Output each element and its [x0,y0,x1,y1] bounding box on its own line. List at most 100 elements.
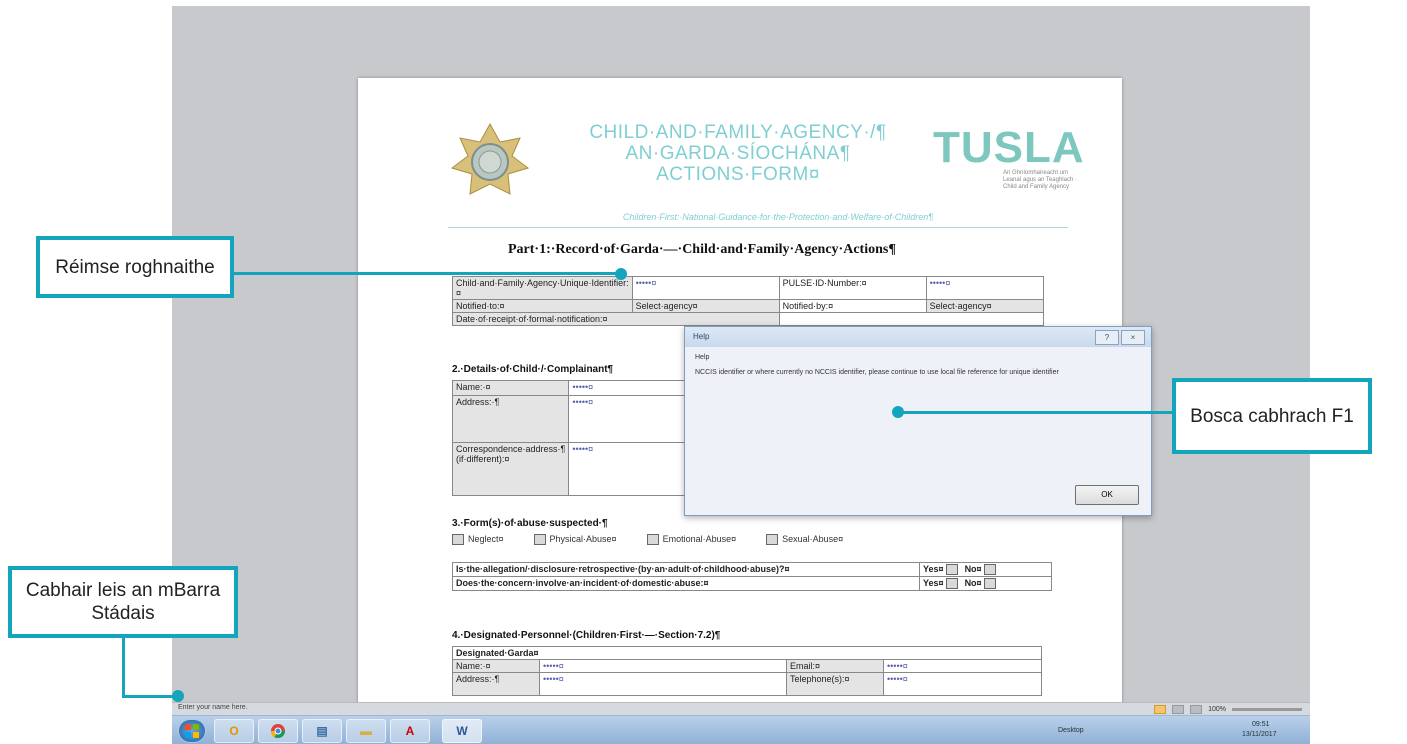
callout-help-box-text: Bosca cabhrach F1 [1190,405,1354,427]
title-line-2: AN·GARDA·SÍOCHÁNA¶ [625,143,851,164]
abuse-type-options: Neglect¤ Physical·Abuse¤ Emotional·Abuse… [452,534,844,546]
agency-details-table: Child·and·Family·Agency·Unique·Identifie… [452,276,1045,326]
emotional-abuse-option[interactable]: Emotional·Abuse¤ [646,534,737,546]
clock-time[interactable]: 09:51 [1252,721,1270,728]
help-dialog: Help ? × Help NCCIS identifier or where … [684,326,1152,516]
callout-selected-field-dot [615,268,627,280]
help-dialog-titlebar: Help ? × [685,327,1151,347]
date-field[interactable] [778,312,1045,326]
notified-to-label: Notified·to:¤ [452,299,633,313]
designated-personnel-table: Designated·Garda¤ Name:·¤ •••••¤ Email:¤… [452,646,1042,696]
abuse-questions-table: Is·the·allegation/·disclosure·retrospect… [452,561,1052,592]
help-dialog-body: Help NCCIS identifier or where currently… [685,347,1151,383]
word-window: CHILD·AND·FAMILY·AGENCY·/¶ AN·GARDA·SÍOC… [172,6,1310,744]
date-label: Date·of·receipt·of·formal·notification:¤ [452,312,780,326]
retrospective-yes-checkbox[interactable] [946,564,959,576]
dp-telephone-field[interactable]: •••••¤ [883,672,1042,696]
pulse-label: PULSE·ID·Number:¤ [778,276,927,300]
physical-abuse-option[interactable]: Physical·Abuse¤ [533,534,617,546]
sexual-abuse-option[interactable]: Sexual·Abuse¤ [766,534,844,546]
dp-email-label: Email:¤ [786,659,884,673]
windows-logo-icon [185,724,199,738]
domestic-abuse-question: Does·the·concern·involve·an·incident·of·… [452,576,920,592]
zoom-slider[interactable] [1232,708,1302,711]
zoom-level[interactable]: 100% [1208,706,1226,713]
callout-status-bar-line-horizontal [122,695,178,698]
section-4-heading: 4.·Designated·Personnel·(Children·First·… [452,630,721,641]
pulse-field[interactable]: •••••¤ [925,276,1045,300]
part-title: Part·1:·Record·of·Garda·—·Child·and·Fami… [508,242,896,257]
domestic-no-checkbox[interactable] [984,578,997,590]
web-layout-view-icon[interactable] [1190,705,1203,714]
neglect-checkbox[interactable] [452,534,464,546]
name-label: Name:·¤ [451,380,570,396]
emotional-abuse-checkbox[interactable] [646,534,659,546]
dp-email-field[interactable]: •••••¤ [883,659,1042,673]
address-label: Address:·¶ [451,395,570,443]
acrobat-icon: A [405,724,415,738]
retrospective-no-checkbox[interactable] [984,564,997,576]
close-icon[interactable]: × [1121,330,1145,345]
notified-by-label: Notified·by:¤ [778,299,927,313]
retrospective-no-label: No¤ [964,564,982,574]
dp-address-label: Address:·¶ [452,672,540,696]
callout-help-box: Bosca cabhrach F1 [1172,378,1372,454]
uid-label: Child·and·Family·Agency·Unique·Identifie… [452,276,633,300]
folder-taskbar-button[interactable]: ▬ [346,719,386,743]
chrome-icon [271,724,285,738]
notified-to-select[interactable]: Select·agency¤ [631,299,780,313]
callout-status-bar-dot [172,690,184,702]
callout-selected-field: Réimse roghnaithe [36,236,234,298]
retrospective-answers: Yes¤ No¤ [919,561,1052,578]
folder-icon: ▬ [360,724,372,738]
form-title: CHILD·AND·FAMILY·AGENCY·/¶ AN·GARDA·SÍOC… [558,122,918,185]
title-line-3: ACTIONS·FORM¤ [656,164,820,185]
tusla-logo-text: TUSLA [933,123,1085,172]
explorer-taskbar-button[interactable]: ▤ [302,719,342,743]
help-dialog-title: Help [693,332,710,341]
physical-abuse-checkbox[interactable] [533,534,546,546]
library-icon: ▤ [316,724,328,738]
retrospective-yes-label: Yes¤ [923,564,944,574]
domestic-yes-checkbox[interactable] [946,578,959,590]
chrome-taskbar-button[interactable] [258,719,298,743]
domestic-abuse-answers: Yes¤ No¤ [919,576,1052,592]
tusla-logo: TUSLA An Ghníomhaireacht um Leanaí agus … [933,123,1085,196]
form-subtitle: Children·First:·National·Guidance·for·th… [622,212,934,222]
ok-button[interactable]: OK [1075,485,1139,505]
notified-by-select[interactable]: Select·agency¤ [925,299,1045,313]
dp-name-field[interactable]: •••••¤ [539,659,787,673]
sexual-abuse-label: Sexual·Abuse¤ [782,534,844,544]
status-bar-controls: 100% [1154,705,1302,714]
help-dialog-heading: Help [695,354,710,361]
status-bar: Enter your name here. 100% [172,702,1310,715]
outlook-taskbar-button[interactable]: O [214,719,254,743]
desktop-toolbar-label[interactable]: Desktop [1058,727,1084,734]
physical-abuse-label: Physical·Abuse¤ [549,534,617,544]
system-tray: Desktop 09:51 13/11/2017 [1052,718,1310,744]
title-line-1: CHILD·AND·FAMILY·AGENCY·/¶ [589,122,887,143]
clock-date[interactable]: 13/11/2017 [1242,731,1277,738]
garda-crest-icon [450,122,530,195]
uid-field[interactable]: •••••¤ [631,276,780,300]
taskbar: O ▤ ▬ A W Desktop 09:51 13/11/2017 [172,715,1310,744]
neglect-option[interactable]: Neglect¤ [452,534,504,546]
section-3-heading: 3.·Form(s)·of·abuse·suspected·¶ [452,518,608,529]
dp-telephone-label: Telephone(s):¤ [786,672,884,696]
callout-status-bar-line-vertical [122,638,125,698]
dp-address-field[interactable]: •••••¤ [539,672,787,696]
sexual-abuse-checkbox[interactable] [766,534,779,546]
callout-help-box-dot [892,406,904,418]
status-bar-text: Enter your name here. [178,704,248,711]
help-question-icon[interactable]: ? [1095,330,1119,345]
word-taskbar-button[interactable]: W [442,719,482,743]
full-screen-view-icon[interactable] [1172,705,1185,714]
print-layout-view-icon[interactable] [1154,705,1167,714]
callout-status-bar: Cabhair leis an mBarra Stádais [8,566,238,638]
callout-selected-field-line [234,272,620,275]
outlook-icon: O [229,724,239,738]
emotional-abuse-label: Emotional·Abuse¤ [662,534,737,544]
acrobat-taskbar-button[interactable]: A [390,719,430,743]
start-button[interactable] [178,719,206,743]
domestic-yes-label: Yes¤ [923,578,944,589]
